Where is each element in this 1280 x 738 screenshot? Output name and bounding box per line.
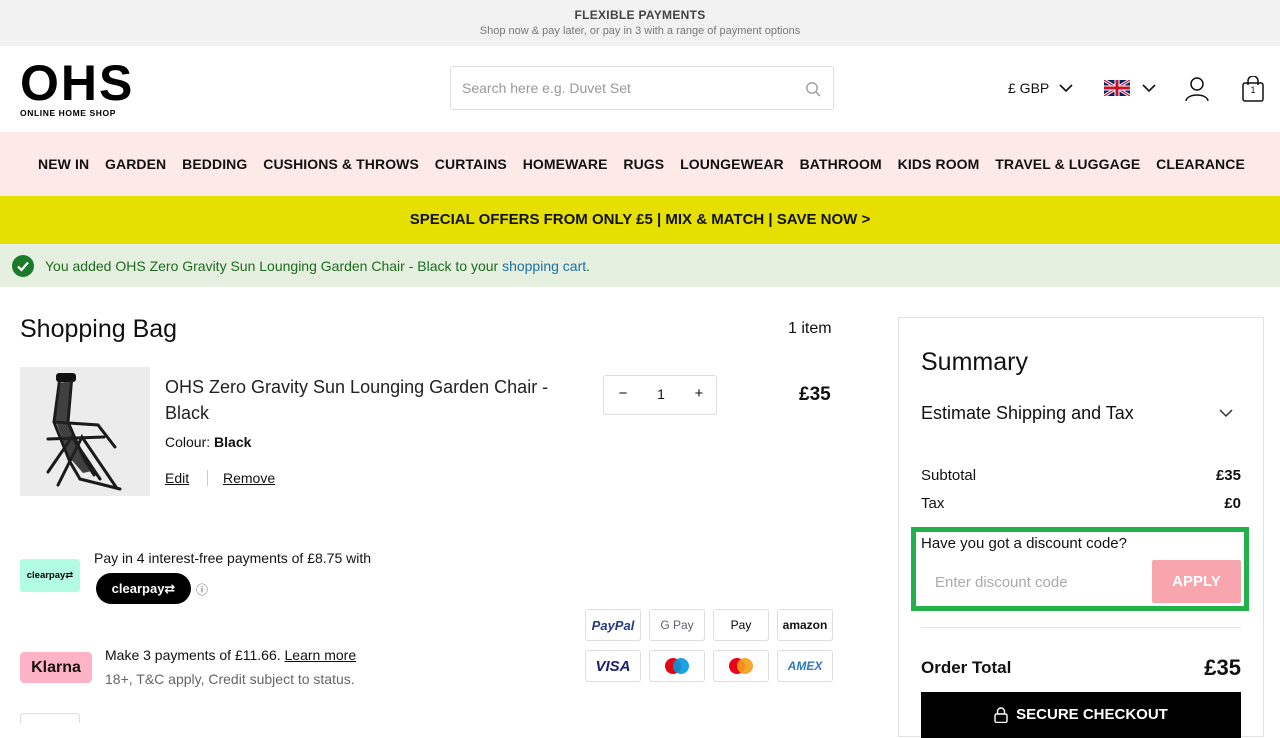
nav-item-loungewear[interactable]: LOUNGEWEAR: [680, 156, 784, 172]
message-text: You added OHS Zero Gravity Sun Lounging …: [45, 258, 590, 274]
chevron-down-icon[interactable]: [1219, 408, 1233, 418]
clearpay-logo: clearpay⇄: [20, 559, 80, 592]
klarna-logo: Klarna: [20, 652, 92, 683]
clearpay-text: Pay in 4 interest-free payments of £8.75…: [94, 550, 372, 566]
country-selector[interactable]: [1104, 80, 1156, 96]
tax-value: £0: [1224, 495, 1241, 512]
subtotal-label: Subtotal: [921, 467, 977, 484]
nav-item-new-in[interactable]: NEW IN: [38, 156, 89, 172]
secure-checkout-button[interactable]: SECURE CHECKOUT: [921, 692, 1241, 738]
account-icon[interactable]: [1185, 76, 1209, 102]
nav-item-clearance[interactable]: CLEARANCE: [1156, 156, 1245, 172]
amex-logo: AMEX: [777, 650, 833, 682]
apple-pay-logo: Pay: [713, 609, 769, 641]
visa-logo: VISA: [585, 650, 641, 682]
message-text-after: .: [586, 258, 591, 274]
estimate-shipping-toggle[interactable]: Estimate Shipping and Tax: [921, 403, 1134, 424]
order-total-value: £35: [1204, 655, 1241, 680]
promo-title: FLEXIBLE PAYMENTS: [574, 8, 706, 22]
order-total-label: Order Total: [921, 658, 1012, 677]
currency-label: £ GBP: [1008, 80, 1050, 96]
info-icon[interactable]: ⓘ: [196, 581, 208, 598]
order-summary: Summary Estimate Shipping and Tax Subtot…: [898, 317, 1264, 738]
clearpay-pill[interactable]: clearpay⇄: [96, 573, 191, 604]
chevron-down-icon: [1142, 83, 1156, 92]
nav-item-travel-luggage[interactable]: TRAVEL & LUGGAGE: [995, 156, 1140, 172]
item-count: 1 item: [788, 320, 832, 337]
uk-flag-icon: [1104, 80, 1130, 96]
bag-count: 1: [1250, 85, 1256, 95]
klarna-subtext: 18+, T&C apply, Credit subject to status…: [105, 671, 355, 687]
logo-main: OHS: [20, 55, 135, 111]
added-to-cart-message: You added OHS Zero Gravity Sun Lounging …: [0, 244, 1280, 287]
nav-item-bedding[interactable]: BEDDING: [182, 156, 247, 172]
search-icon[interactable]: [805, 81, 821, 97]
lock-icon: [994, 707, 1008, 724]
increase-quantity-button[interactable]: +: [688, 385, 710, 407]
chevron-down-icon: [1059, 83, 1073, 92]
product-name[interactable]: OHS Zero Gravity Sun Lounging Garden Cha…: [165, 374, 585, 426]
remove-link[interactable]: Remove: [223, 470, 275, 486]
nav-item-cushions-throws[interactable]: CUSHIONS & THROWS: [263, 156, 419, 172]
mastercard-logo: [713, 650, 769, 682]
payment-methods: PayPal G Pay Pay amazon VISA AMEX: [585, 609, 835, 682]
shopping-bag-button[interactable]: 1: [1242, 75, 1264, 102]
nav-item-homeware[interactable]: HOMEWARE: [523, 156, 608, 172]
tax-label: Tax: [921, 495, 945, 512]
google-pay-logo: G Pay: [649, 609, 705, 641]
divider: [921, 627, 1241, 628]
colour-value: Black: [214, 434, 252, 450]
checkout-label: SECURE CHECKOUT: [1016, 706, 1168, 723]
currency-selector[interactable]: £ GBP: [1008, 80, 1073, 96]
search-input[interactable]: [451, 67, 791, 109]
subtotal-value: £35: [1215, 467, 1241, 484]
nav-item-kids-room[interactable]: KIDS ROOM: [898, 156, 980, 172]
promo-banner: FLEXIBLE PAYMENTS Shop now & pay later, …: [0, 0, 1280, 46]
success-check-icon: [12, 255, 34, 277]
site-header: OHS ONLINE HOME SHOP £ GBP 1: [0, 46, 1280, 132]
paypal-logo: PayPal: [585, 609, 641, 641]
maestro-logo: [649, 650, 705, 682]
page-title: Shopping Bag: [20, 315, 178, 343]
product-image[interactable]: [20, 367, 150, 496]
garden-chair-image: [46, 373, 122, 491]
maestro-icon: [665, 658, 689, 674]
discount-code-input[interactable]: [921, 560, 1151, 604]
summary-title: Summary: [921, 348, 1028, 376]
divider: [207, 470, 208, 486]
message-text-before: You added OHS Zero Gravity Sun Lounging …: [45, 258, 503, 274]
search-box: [450, 66, 834, 110]
quantity-stepper: − 1 +: [603, 375, 717, 415]
apply-discount-button[interactable]: APPLY: [1152, 560, 1241, 603]
klarna-text: Make 3 payments of £11.66. Learn more: [105, 647, 356, 663]
decrease-quantity-button[interactable]: −: [612, 385, 634, 407]
colour-label: Colour:: [165, 434, 211, 450]
amazon-pay-logo: amazon: [777, 609, 833, 641]
product-colour: Colour: Black: [165, 434, 251, 450]
main-nav: NEW IN GARDEN BEDDING CUSHIONS & THROWS …: [0, 132, 1280, 196]
shopping-cart-link[interactable]: shopping cart: [502, 258, 586, 274]
nav-item-curtains[interactable]: CURTAINS: [435, 156, 507, 172]
product-price: £35: [799, 384, 831, 405]
nav-item-rugs[interactable]: RUGS: [623, 156, 664, 172]
discount-question: Have you got a discount code?: [921, 535, 1127, 552]
learn-more-link[interactable]: Learn more: [285, 647, 357, 663]
nav-item-garden[interactable]: GARDEN: [105, 156, 166, 172]
nav-item-bathroom[interactable]: BATHROOM: [800, 156, 882, 172]
site-logo[interactable]: OHS ONLINE HOME SHOP: [20, 55, 135, 118]
quantity-value[interactable]: 1: [644, 386, 678, 402]
mastercard-icon: [729, 658, 753, 674]
payment-badge-partial: [20, 713, 80, 723]
promo-subtitle: Shop now & pay later, or pay in 3 with a…: [479, 25, 801, 37]
special-offer-banner[interactable]: SPECIAL OFFERS FROM ONLY £5 | MIX & MATC…: [0, 196, 1280, 244]
edit-link[interactable]: Edit: [165, 470, 189, 486]
klarna-text-main: Make 3 payments of £11.66.: [105, 647, 285, 663]
